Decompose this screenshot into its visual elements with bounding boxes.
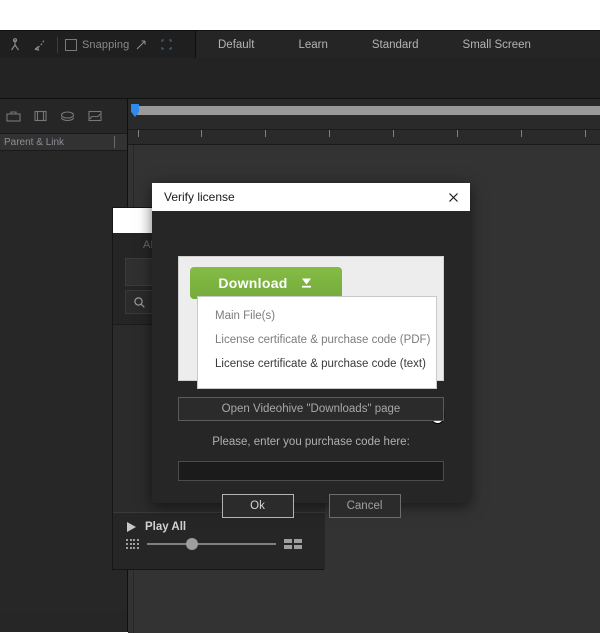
dialog-titlebar[interactable]: Verify license (152, 183, 470, 211)
toolbar-divider (57, 36, 58, 53)
download-menu-item-license-text[interactable]: License certificate & purchase code (tex… (198, 352, 436, 376)
column-resize-handle[interactable] (114, 136, 115, 148)
ok-button[interactable]: Ok (221, 494, 294, 518)
workspace-tabs: Default Learn Standard Small Screen (195, 31, 600, 58)
download-arrow-icon (299, 276, 314, 290)
playhead-marker[interactable] (131, 104, 139, 117)
list-view-icon[interactable] (283, 539, 302, 549)
dialog-actions: Ok Cancel (152, 494, 470, 518)
timeline-ruler-panel (128, 99, 600, 144)
snapping-checkbox[interactable] (65, 38, 77, 51)
dialog-title: Verify license (164, 190, 235, 204)
workspace-tab-learn[interactable]: Learn (276, 39, 349, 51)
download-menu-item-license-pdf[interactable]: License certificate & purchase code (PDF… (198, 328, 436, 352)
layer-panel-toolbar (0, 99, 127, 133)
layer-list-area[interactable] (0, 151, 127, 611)
layers-icon[interactable] (60, 110, 75, 122)
roto-brush-icon[interactable] (29, 34, 50, 55)
snapping-label: Snapping (82, 38, 130, 51)
tool-group: Snapping (0, 31, 195, 58)
thumbnail-size-controls (113, 533, 325, 550)
toolbox-icon[interactable] (6, 110, 21, 122)
workspace-tab-standard[interactable]: Standard (350, 39, 441, 51)
application-titlebar (0, 0, 600, 31)
column-header-label: Parent & Link (4, 136, 65, 148)
panel-strip (0, 58, 600, 99)
timeline-ruler[interactable] (128, 129, 600, 144)
film-strip-icon[interactable] (34, 110, 47, 122)
snap-arrow-icon[interactable] (131, 34, 152, 55)
download-menu-item-main-files[interactable]: Main File(s) (198, 304, 436, 328)
play-all-label: Play All (145, 521, 187, 533)
cancel-button[interactable]: Cancel (328, 494, 401, 518)
snapping-toggle[interactable]: Snapping (65, 38, 130, 51)
bounding-box-icon[interactable] (156, 34, 177, 55)
graph-editor-icon[interactable] (88, 110, 102, 122)
application-toolbar: Snapping Default Learn Standard Small Sc… (0, 31, 600, 59)
slider-thumb[interactable] (185, 538, 198, 550)
verify-license-dialog: Verify license Download Main File(s) Lic… (152, 183, 470, 518)
layer-column-header: Parent & Link (0, 133, 127, 151)
download-card: Download Main File(s) License certificat… (178, 256, 445, 425)
extension-footer: Play All (113, 512, 325, 569)
puppet-pin-icon[interactable] (4, 34, 25, 55)
thumbnail-size-slider[interactable] (146, 538, 276, 550)
layer-panel: Parent & Link (0, 99, 128, 632)
play-triangle-icon (127, 522, 136, 532)
grid-view-icon[interactable] (126, 539, 139, 549)
purchase-code-prompt: Please, enter you purchase code here: (212, 436, 410, 448)
open-downloads-page-button[interactable]: Open Videohive "Downloads" page (178, 397, 444, 421)
close-icon[interactable] (445, 189, 461, 205)
work-area-bar[interactable] (137, 106, 600, 115)
download-button[interactable]: Download (190, 267, 342, 299)
dialog-body: Download Main File(s) License certificat… (152, 211, 470, 518)
search-icon (133, 296, 146, 309)
download-button-label: Download (218, 275, 288, 291)
workspace-tab-default[interactable]: Default (196, 39, 276, 51)
download-menu: Main File(s) License certificate & purch… (197, 296, 437, 389)
workspace-tab-small-screen[interactable]: Small Screen (441, 39, 553, 51)
purchase-code-input[interactable] (178, 461, 444, 481)
